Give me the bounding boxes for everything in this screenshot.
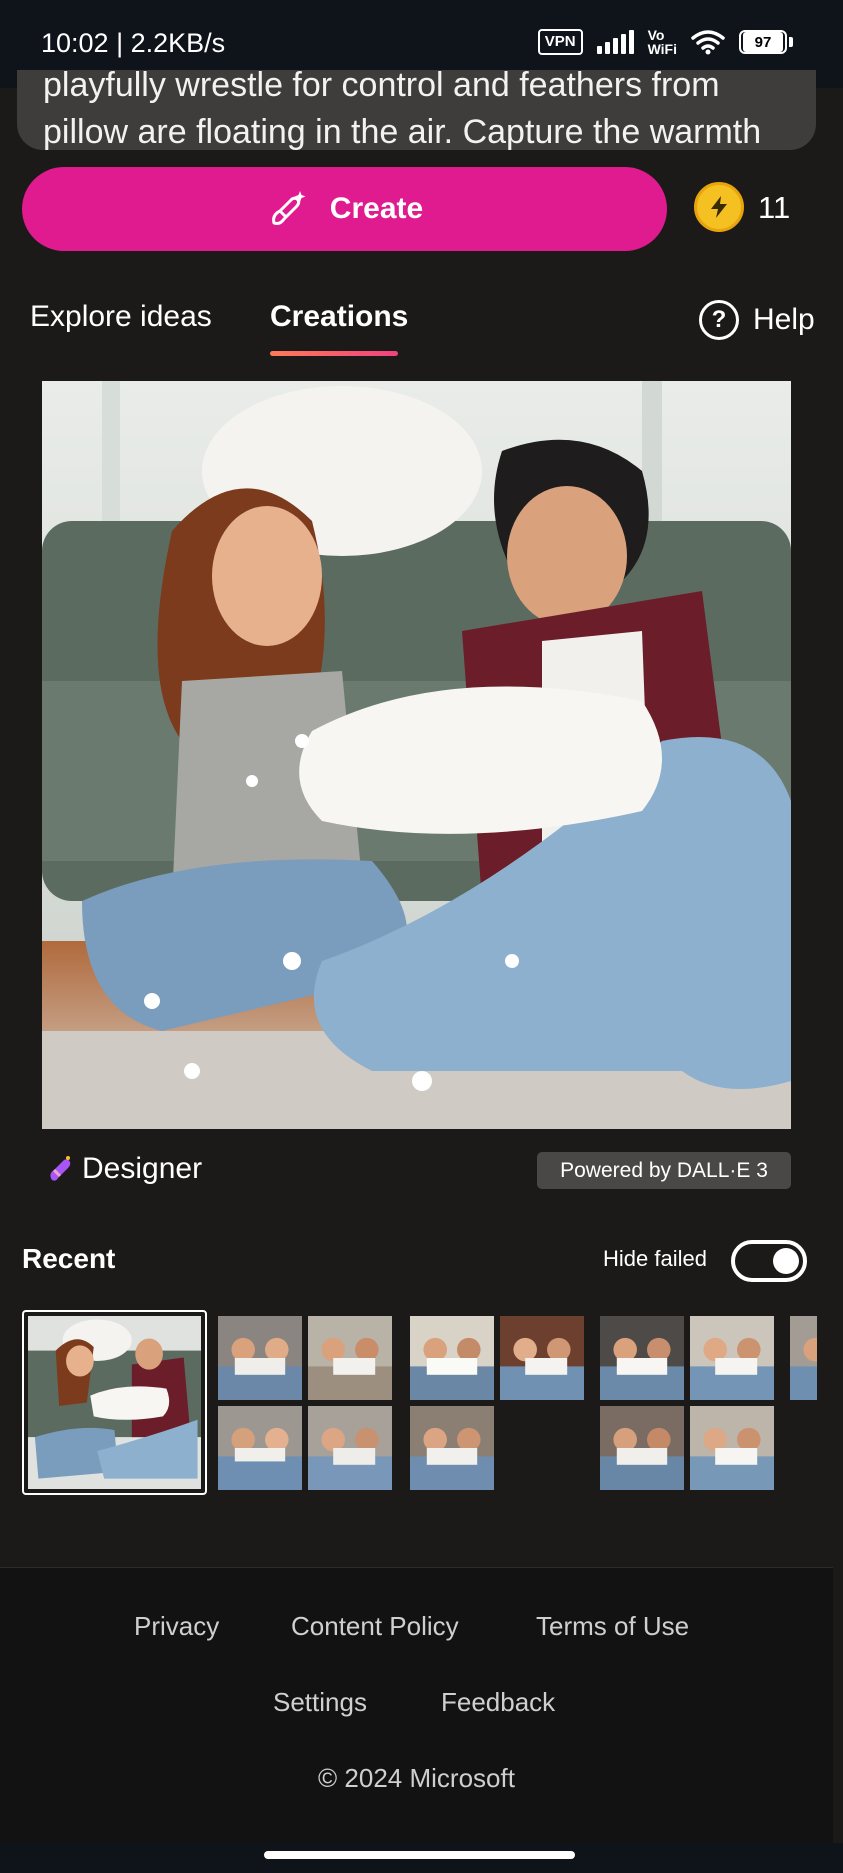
create-button[interactable]: Create (22, 167, 667, 251)
hide-failed-toggle[interactable] (731, 1240, 807, 1282)
recent-thumbnail[interactable] (218, 1316, 302, 1400)
recent-thumbnail[interactable] (410, 1406, 494, 1490)
recent-thumbnail-empty (500, 1406, 584, 1490)
recent-thumbnail[interactable] (500, 1316, 584, 1400)
help-button[interactable]: ? Help (699, 300, 815, 340)
create-label: Create (329, 192, 424, 225)
prompt-text: playfully wrestle for control and feathe… (43, 70, 762, 150)
recent-thumbnail-selected[interactable] (22, 1310, 207, 1495)
designer-logo-icon (50, 1156, 71, 1181)
tab-explore-ideas[interactable]: Explore ideas (30, 300, 212, 334)
recent-thumbnail[interactable] (308, 1316, 392, 1400)
recent-thumbnail[interactable] (218, 1406, 302, 1490)
footer-link-settings[interactable]: Settings (273, 1687, 367, 1718)
help-icon: ? (699, 300, 739, 340)
vowifi-bottom: WiFi (647, 41, 677, 57)
footer: Privacy Content Policy Terms of Use Sett… (0, 1567, 833, 1843)
lightning-icon (711, 196, 727, 218)
designer-brand: Designer (44, 1152, 202, 1186)
powered-by-badge: Powered by DALL·E 3 (537, 1152, 791, 1189)
prompt-input[interactable]: playfully wrestle for control and feathe… (17, 70, 816, 150)
recent-thumbnails (22, 1310, 817, 1495)
footer-link-privacy[interactable]: Privacy (134, 1611, 219, 1642)
recent-group-2[interactable] (410, 1316, 584, 1490)
footer-link-terms-of-use[interactable]: Terms of Use (536, 1611, 689, 1642)
boost-count: 11 (758, 190, 791, 225)
battery-icon: 97 (739, 30, 793, 54)
signal-icon (596, 30, 634, 54)
recent-group-4[interactable] (790, 1316, 817, 1490)
help-label: Help (753, 303, 815, 336)
copyright: © 2024 Microsoft (318, 1763, 515, 1793)
footer-link-content-policy[interactable]: Content Policy (291, 1611, 459, 1642)
recent-thumbnail[interactable] (600, 1316, 684, 1400)
pillow-fight-image (42, 381, 791, 1129)
vowifi-top: Vo (647, 27, 665, 43)
recent-group-3[interactable] (600, 1316, 774, 1490)
recent-title: Recent (22, 1243, 116, 1274)
battery-level: 97 (743, 32, 783, 52)
recent-thumbnail[interactable] (410, 1316, 494, 1400)
recent-group-1[interactable] (218, 1316, 392, 1490)
recent-thumbnail[interactable] (690, 1406, 774, 1490)
boost-coin[interactable] (694, 182, 744, 232)
designer-label: Designer (82, 1152, 203, 1185)
recent-thumbnail[interactable] (600, 1406, 684, 1490)
footer-link-feedback[interactable]: Feedback (441, 1687, 555, 1718)
generated-image[interactable] (42, 381, 791, 1129)
magic-brush-icon (271, 191, 306, 225)
home-indicator[interactable] (264, 1851, 575, 1859)
vowifi-icon: Vo WiFi (648, 28, 677, 56)
status-time: 10:02 | 2.2KB/s (41, 28, 226, 58)
status-icons: VPN Vo WiFi 97 (537, 28, 793, 56)
hide-failed-label: Hide failed (603, 1246, 707, 1271)
vpn-badge: VPN (537, 29, 583, 55)
tab-creations[interactable]: Creations (270, 300, 408, 334)
recent-thumbnail[interactable] (308, 1406, 392, 1490)
toggle-knob (773, 1248, 799, 1274)
recent-thumbnail[interactable] (790, 1316, 817, 1400)
tab-active-indicator (270, 351, 398, 356)
wifi-icon (691, 30, 725, 55)
recent-thumbnail[interactable] (690, 1316, 774, 1400)
